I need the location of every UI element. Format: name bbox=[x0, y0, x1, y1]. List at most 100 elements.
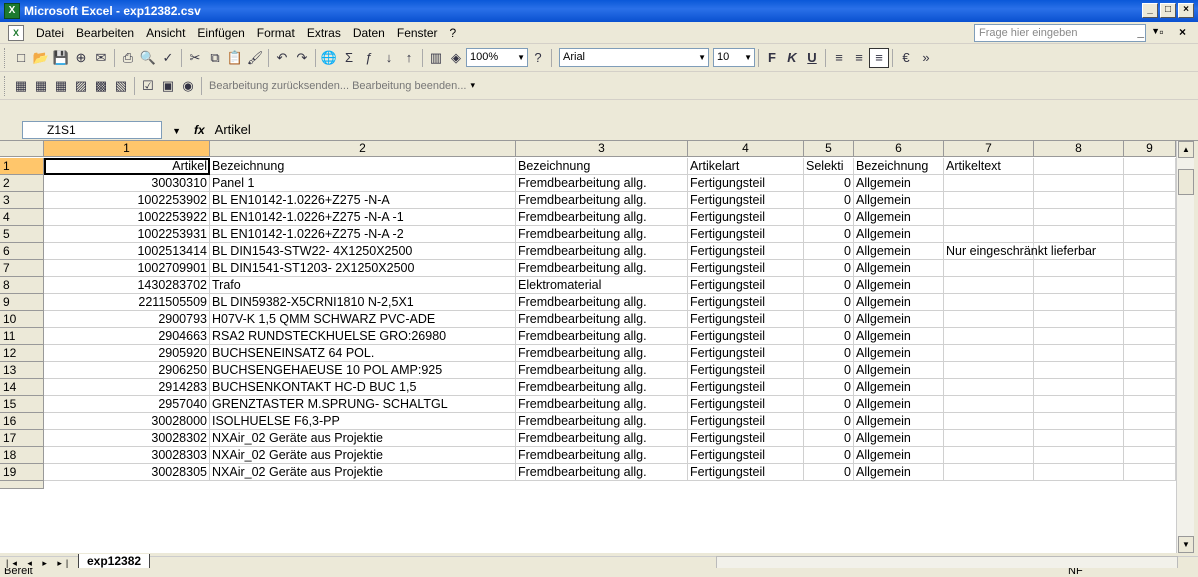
cell-r17-c7[interactable] bbox=[944, 430, 1034, 447]
column-header-3[interactable]: 3 bbox=[516, 141, 688, 157]
cell-r19-c2[interactable]: NXAir_02 Geräte aus Projektie bbox=[210, 464, 516, 481]
cell-r1-c3[interactable]: Bezeichnung bbox=[516, 158, 688, 175]
cell-r13-c4[interactable]: Fertigungsteil bbox=[688, 362, 804, 379]
cell-r7-c3[interactable]: Fremdbearbeitung allg. bbox=[516, 260, 688, 277]
row-header-1[interactable]: 1 bbox=[0, 158, 44, 175]
cell-r4-c8[interactable] bbox=[1034, 209, 1124, 226]
cell-r18-c7[interactable] bbox=[944, 447, 1034, 464]
cell-r3-c9[interactable] bbox=[1124, 192, 1176, 209]
cell-r14-c2[interactable]: BUCHSENKONTAKT HC-D BUC 1,5 bbox=[210, 379, 516, 396]
cell-r2-c3[interactable]: Fremdbearbeitung allg. bbox=[516, 175, 688, 192]
cell-r18-c5[interactable]: 0 bbox=[804, 447, 854, 464]
cell-r17-c8[interactable] bbox=[1034, 430, 1124, 447]
cell-r13-c5[interactable]: 0 bbox=[804, 362, 854, 379]
row-header-18[interactable]: 18 bbox=[0, 447, 44, 464]
cell-r6-c1[interactable]: 1002513414 bbox=[44, 243, 210, 260]
column-header-4[interactable]: 4 bbox=[688, 141, 804, 157]
menu-bearbeiten[interactable]: Bearbeiten bbox=[70, 26, 140, 40]
cell-r7-c6[interactable]: Allgemein bbox=[854, 260, 944, 277]
toolbar-grip[interactable] bbox=[4, 47, 7, 68]
column-header-2[interactable]: 2 bbox=[210, 141, 516, 157]
cell-r7-c1[interactable]: 1002709901 bbox=[44, 260, 210, 277]
row-header-7[interactable]: 7 bbox=[0, 260, 44, 277]
paste-icon[interactable]: 📋 bbox=[225, 48, 245, 68]
cell-r2-c8[interactable] bbox=[1034, 175, 1124, 192]
row-header-8[interactable]: 8 bbox=[0, 277, 44, 294]
cell-r19-c7[interactable] bbox=[944, 464, 1034, 481]
scroll-thumb[interactable] bbox=[1178, 169, 1194, 195]
italic-button[interactable]: K bbox=[782, 48, 802, 68]
cell-r17-c1[interactable]: 30028302 bbox=[44, 430, 210, 447]
cell-r9-c8[interactable] bbox=[1034, 294, 1124, 311]
scroll-down-button[interactable]: ▼ bbox=[1178, 536, 1194, 553]
cell-r10-c1[interactable]: 2900793 bbox=[44, 311, 210, 328]
column-header-7[interactable]: 7 bbox=[944, 141, 1034, 157]
row-header-10[interactable]: 10 bbox=[0, 311, 44, 328]
cell-r6-c5[interactable]: 0 bbox=[804, 243, 854, 260]
cell-r4-c6[interactable]: Allgemein bbox=[854, 209, 944, 226]
cell-r5-c6[interactable]: Allgemein bbox=[854, 226, 944, 243]
cell-r6-c7[interactable]: Nur eingeschränkt lieferbar bbox=[944, 243, 1096, 260]
cell-r10-c2[interactable]: H07V-K 1,5 QMM SCHWARZ PVC-ADE bbox=[210, 311, 516, 328]
cell-r2-c9[interactable] bbox=[1124, 175, 1176, 192]
column-header-6[interactable]: 6 bbox=[854, 141, 944, 157]
select-all-corner[interactable] bbox=[0, 141, 44, 157]
row-header-17[interactable]: 17 bbox=[0, 430, 44, 447]
align-right-icon[interactable]: ≡ bbox=[869, 47, 889, 68]
cell-r13-c8[interactable] bbox=[1034, 362, 1124, 379]
cell-r1-c2[interactable]: Bezeichnung bbox=[210, 158, 516, 175]
cell-r4-c5[interactable]: 0 bbox=[804, 209, 854, 226]
font-size-select[interactable]: 10 ▼ bbox=[713, 48, 755, 67]
cell-r4-c7[interactable] bbox=[944, 209, 1034, 226]
cell-r11-c6[interactable]: Allgemein bbox=[854, 328, 944, 345]
cell-r13-c6[interactable]: Allgemein bbox=[854, 362, 944, 379]
cell-r16-c7[interactable] bbox=[944, 413, 1034, 430]
cell-r5-c9[interactable] bbox=[1124, 226, 1176, 243]
cell-r11-c1[interactable]: 2904663 bbox=[44, 328, 210, 345]
cell-r18-c1[interactable]: 30028303 bbox=[44, 447, 210, 464]
cell-r8-c8[interactable] bbox=[1034, 277, 1124, 294]
spelling-icon[interactable]: ✓ bbox=[158, 48, 178, 68]
cell-r2-c6[interactable]: Allgemein bbox=[854, 175, 944, 192]
cell-r19-c6[interactable]: Allgemein bbox=[854, 464, 944, 481]
cell-r10-c4[interactable]: Fertigungsteil bbox=[688, 311, 804, 328]
cell-r12-c3[interactable]: Fremdbearbeitung allg. bbox=[516, 345, 688, 362]
cell-r13-c2[interactable]: BUCHSENGEHAEUSE 10 POL AMP:925 bbox=[210, 362, 516, 379]
minimize-button[interactable]: _ bbox=[1142, 3, 1158, 18]
cell-r15-c8[interactable] bbox=[1034, 396, 1124, 413]
cell-r4-c2[interactable]: BL EN10142-1.0226+Z275 -N-A -1 bbox=[210, 209, 516, 226]
cell-r19-c8[interactable] bbox=[1034, 464, 1124, 481]
cell-r16-c4[interactable]: Fertigungsteil bbox=[688, 413, 804, 430]
align-left-icon[interactable]: ≡ bbox=[829, 48, 849, 68]
cell-r15-c3[interactable]: Fremdbearbeitung allg. bbox=[516, 396, 688, 413]
cell-r17-c2[interactable]: NXAir_02 Geräte aus Projektie bbox=[210, 430, 516, 447]
document-window-buttons[interactable]: _ ▫ × bbox=[1137, 25, 1192, 39]
cell-r14-c3[interactable]: Fremdbearbeitung allg. bbox=[516, 379, 688, 396]
row-header-5[interactable]: 5 bbox=[0, 226, 44, 243]
cell-r8-c2[interactable]: Trafo bbox=[210, 277, 516, 294]
row-header-19[interactable]: 19 bbox=[0, 464, 44, 481]
cell-r2-c2[interactable]: Panel 1 bbox=[210, 175, 516, 192]
cell-r18-c6[interactable]: Allgemein bbox=[854, 447, 944, 464]
new-icon[interactable]: □ bbox=[11, 48, 31, 68]
cell-r15-c2[interactable]: GRENZTASTER M.SPRUNG- SCHALTGL bbox=[210, 396, 516, 413]
help-icon[interactable]: ? bbox=[528, 48, 548, 68]
cell-r14-c9[interactable] bbox=[1124, 379, 1176, 396]
cell-r4-c9[interactable] bbox=[1124, 209, 1176, 226]
cell-r8-c1[interactable]: 1430283702 bbox=[44, 277, 210, 294]
cell-r3-c2[interactable]: BL EN10142-1.0226+Z275 -N-A bbox=[210, 192, 516, 209]
drawing-icon[interactable]: ◈ bbox=[446, 48, 466, 68]
cell-r16-c5[interactable]: 0 bbox=[804, 413, 854, 430]
cell-r14-c1[interactable]: 2914283 bbox=[44, 379, 210, 396]
cell-r14-c6[interactable]: Allgemein bbox=[854, 379, 944, 396]
review-icon-6[interactable]: ▧ bbox=[111, 76, 131, 96]
cell-r9-c6[interactable]: Allgemein bbox=[854, 294, 944, 311]
cell-r19-c1[interactable]: 30028305 bbox=[44, 464, 210, 481]
row-header-16[interactable]: 16 bbox=[0, 413, 44, 430]
cell-r9-c2[interactable]: BL DIN59382-X5CRNI1810 N-2,5X1 bbox=[210, 294, 516, 311]
cell-r7-c4[interactable]: Fertigungsteil bbox=[688, 260, 804, 277]
cell-r7-c5[interactable]: 0 bbox=[804, 260, 854, 277]
row-header-9[interactable]: 9 bbox=[0, 294, 44, 311]
cell-r18-c9[interactable] bbox=[1124, 447, 1176, 464]
cell-r5-c1[interactable]: 1002253931 bbox=[44, 226, 210, 243]
